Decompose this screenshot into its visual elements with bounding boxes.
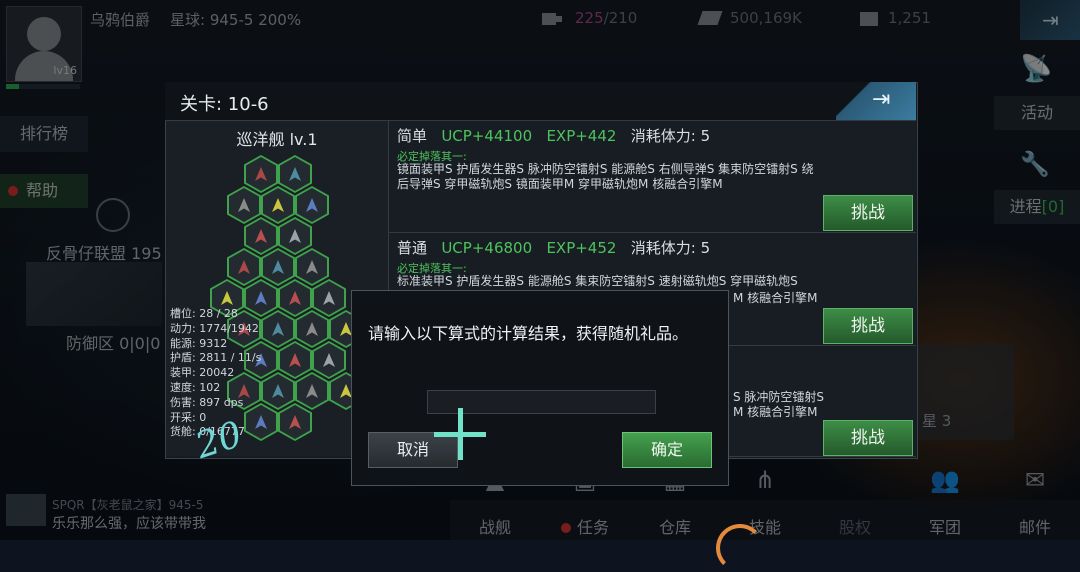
- stat-armor: 装甲: 20042: [170, 366, 235, 380]
- challenge-button-normal[interactable]: 挑战: [823, 308, 913, 344]
- drop-items-tail: M 核融合引擎M: [733, 291, 818, 305]
- stat-slots: 槽位: 28 / 28: [170, 307, 238, 320]
- stage-close-button[interactable]: ⇥: [836, 82, 916, 120]
- module-icon: [255, 291, 267, 305]
- module-icon: [289, 415, 301, 429]
- module-icon: [289, 229, 301, 243]
- module-icon: [255, 229, 267, 243]
- drop-items-tail: M 核融合引擎M: [733, 405, 818, 419]
- module-icon: [323, 353, 335, 367]
- challenge-button-easy[interactable]: 挑战: [823, 195, 913, 231]
- stat-speed: 速度: 102: [170, 380, 221, 394]
- module-icon: [306, 198, 318, 212]
- module-icon: [289, 167, 301, 181]
- difficulty-title: 普通 UCP+46800 EXP+452 消耗体力: 5: [397, 239, 711, 257]
- module-icon: [306, 260, 318, 274]
- module-icon: [306, 322, 318, 336]
- module-icon: [255, 167, 267, 181]
- module-icon: [272, 322, 284, 336]
- module-icon: [272, 384, 284, 398]
- drop-items: 镜面装甲S 护盾发生器S 脉冲防空镭射S 能源舱S 右侧导弹S 集束防空镭射S …: [397, 162, 814, 191]
- ship-name: 巡洋舰 lv.1: [236, 130, 318, 149]
- stage-header: [165, 82, 916, 121]
- exit-icon: ⇥: [872, 87, 891, 112]
- challenge-button-hard[interactable]: 挑战: [823, 420, 913, 456]
- cancel-button[interactable]: 取消: [368, 432, 458, 468]
- orange-arc: [716, 524, 764, 572]
- stat-damage: 伤害: 897 dps: [170, 395, 244, 409]
- stat-power: 动力: 1774/1942: [170, 321, 259, 335]
- module-icon: [323, 291, 335, 305]
- module-icon: [272, 260, 284, 274]
- stat-shield: 护盾: 2811 / 11/s: [170, 351, 262, 365]
- difficulty-easy: 简单 UCP+44100 EXP+442 消耗体力: 5 必定掉落其一: 镜面装…: [389, 121, 916, 233]
- module-icon: [289, 353, 301, 367]
- module-icon: [306, 384, 318, 398]
- plus-mark: [434, 432, 486, 437]
- module-icon: [221, 291, 233, 305]
- module-icon: [238, 198, 250, 212]
- captcha-prompt: 请输入以下算式的计算结果，获得随机礼品。: [368, 324, 689, 343]
- stat-energy: 能源: 9312: [170, 336, 228, 350]
- difficulty-title: 简单 UCP+44100 EXP+442 消耗体力: 5: [397, 127, 711, 145]
- drop-items: 标准装甲S 护盾发生器S 能源舱S 集束防空镭射S 速射磁轨炮S 穿甲磁轨炮S: [397, 274, 798, 288]
- module-icon: [289, 291, 301, 305]
- confirm-button[interactable]: 确定: [622, 432, 712, 468]
- module-icon: [272, 198, 284, 212]
- module-icon: [238, 260, 250, 274]
- stage-title: 关卡: 10-6: [180, 94, 269, 115]
